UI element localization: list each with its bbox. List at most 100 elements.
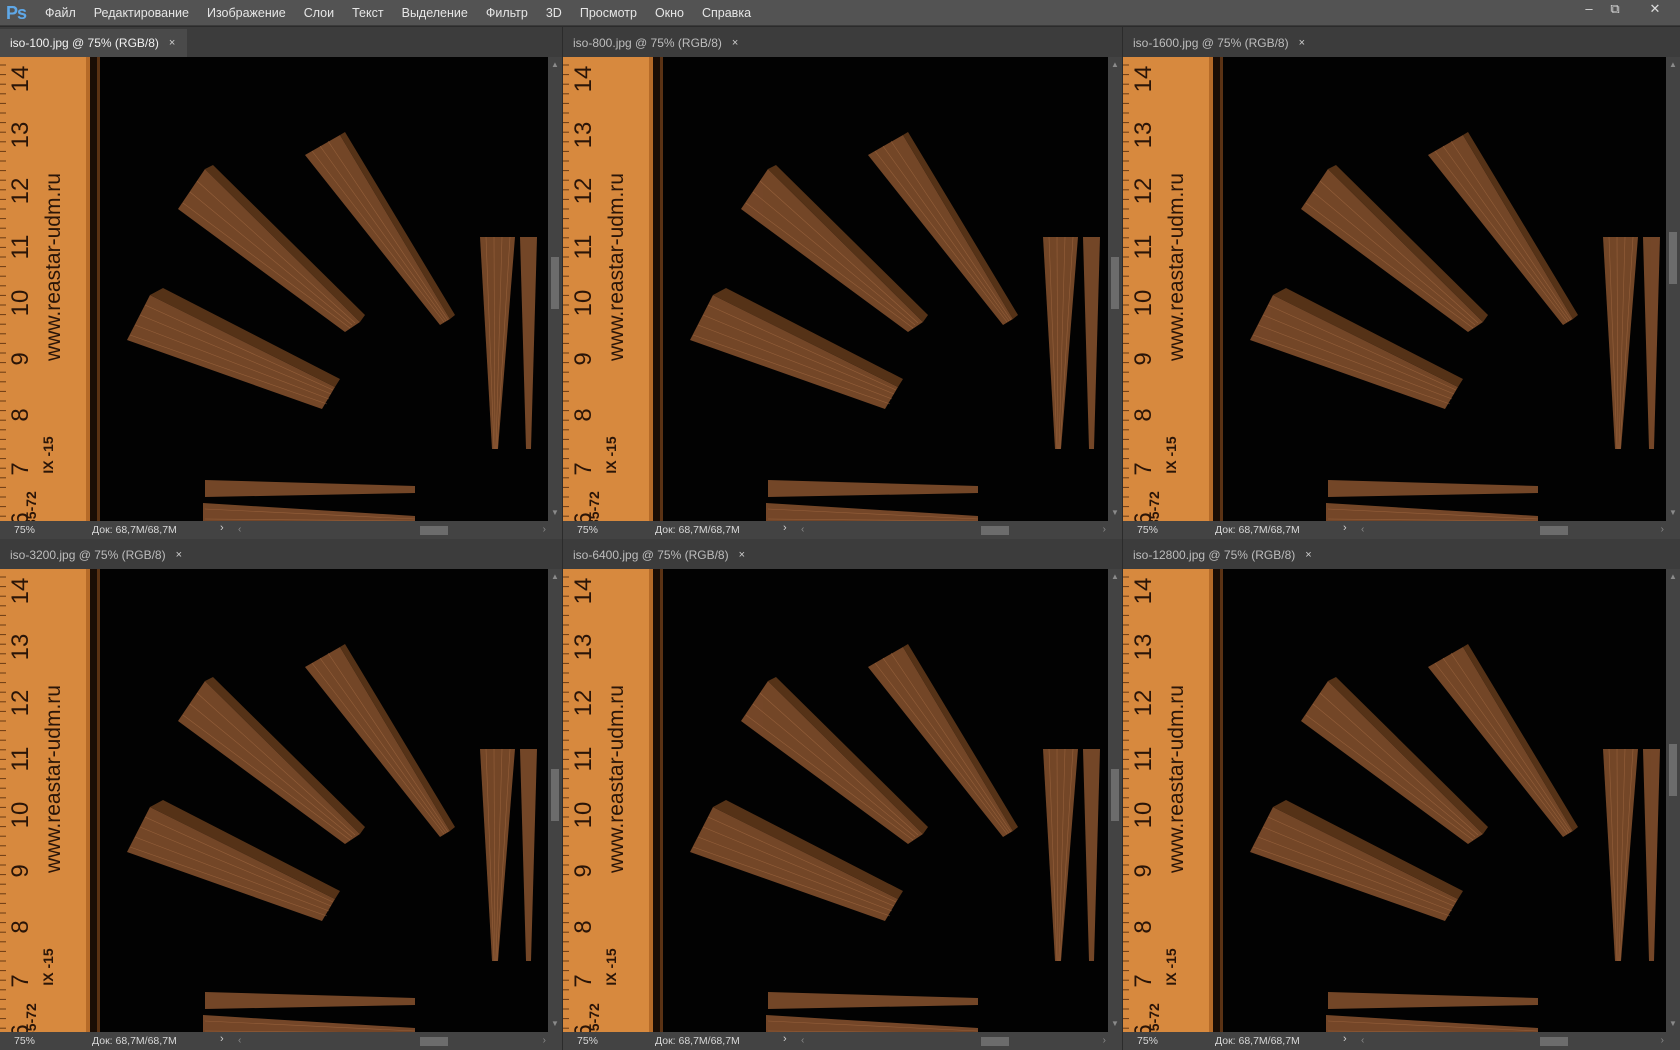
status-menu-arrow-icon[interactable]: › bbox=[220, 1033, 224, 1045]
menu-item-10[interactable]: Справка bbox=[693, 0, 760, 26]
scroll-down-icon[interactable]: ▼ bbox=[548, 507, 562, 519]
close-tab-icon[interactable]: × bbox=[739, 549, 745, 561]
restore-icon[interactable]: ⧉ bbox=[1600, 0, 1630, 18]
vertical-scroll-thumb[interactable] bbox=[1111, 257, 1119, 309]
status-menu-arrow-icon[interactable]: › bbox=[1343, 1033, 1347, 1045]
document-canvas[interactable]: 14 13 12 11 10 9 8 7 6 www.reastar-udm.ru IX -15 35… bbox=[563, 569, 1108, 1032]
scroll-up-icon[interactable]: ▲ bbox=[548, 571, 562, 583]
vertical-scrollbar[interactable]: ▲ ▼ bbox=[1666, 569, 1680, 1032]
scroll-up-icon[interactable]: ▲ bbox=[548, 59, 562, 71]
status-menu-arrow-icon[interactable]: › bbox=[783, 1033, 787, 1045]
document-canvas[interactable]: 14 13 12 11 10 9 8 7 6 www.reastar-udm.ru IX -15 35… bbox=[0, 569, 548, 1032]
close-tab-icon[interactable]: × bbox=[1305, 549, 1311, 561]
scroll-right-icon[interactable]: › bbox=[1103, 523, 1106, 537]
document-size-info[interactable]: Док: 68,7M/68,7M bbox=[1215, 1034, 1300, 1048]
close-tab-icon[interactable]: × bbox=[176, 549, 182, 561]
zoom-level-field[interactable]: 75% bbox=[1129, 1034, 1207, 1048]
document-tab[interactable]: iso-12800.jpg @ 75% (RGB/8) × bbox=[1123, 541, 1324, 569]
document-canvas[interactable]: 14 13 12 11 10 9 8 7 6 www.reastar-udm.ru IX -15 35… bbox=[563, 57, 1108, 521]
horizontal-scrollbar[interactable]: ‹ › bbox=[1359, 523, 1666, 537]
horizontal-scrollbar[interactable]: ‹ › bbox=[236, 523, 548, 537]
document-size-info[interactable]: Док: 68,7M/68,7M bbox=[92, 1034, 177, 1048]
ruler-url-text: www.reastar-udm.ru bbox=[605, 685, 628, 874]
menu-item-4[interactable]: Текст bbox=[343, 0, 392, 26]
scroll-up-icon[interactable]: ▲ bbox=[1108, 59, 1122, 71]
status-menu-arrow-icon[interactable]: › bbox=[220, 522, 224, 534]
scroll-down-icon[interactable]: ▼ bbox=[1108, 507, 1122, 519]
scroll-right-icon[interactable]: › bbox=[543, 523, 546, 537]
document-size-info[interactable]: Док: 68,7M/68,7M bbox=[655, 1034, 740, 1048]
menu-item-0[interactable]: Файл bbox=[36, 0, 85, 26]
scroll-up-icon[interactable]: ▲ bbox=[1666, 571, 1680, 583]
document-tab[interactable]: iso-6400.jpg @ 75% (RGB/8) × bbox=[563, 541, 758, 569]
close-tab-icon[interactable]: × bbox=[1299, 37, 1305, 49]
horizontal-scrollbar[interactable]: ‹ › bbox=[1359, 1034, 1666, 1048]
close-tab-icon[interactable]: × bbox=[732, 37, 738, 49]
menu-item-8[interactable]: Просмотр bbox=[571, 0, 646, 26]
scroll-down-icon[interactable]: ▼ bbox=[1666, 507, 1680, 519]
vertical-scroll-thumb[interactable] bbox=[551, 769, 559, 821]
zoom-level-field[interactable]: 75% bbox=[6, 1034, 84, 1048]
scroll-up-icon[interactable]: ▲ bbox=[1108, 571, 1122, 583]
document-canvas[interactable]: 14 13 12 11 10 9 8 7 6 www.reastar-udm.ru IX -15 35… bbox=[1123, 57, 1666, 521]
scroll-right-icon[interactable]: › bbox=[1661, 523, 1664, 537]
scroll-down-icon[interactable]: ▼ bbox=[548, 1018, 562, 1030]
scroll-left-icon[interactable]: ‹ bbox=[238, 523, 241, 537]
horizontal-scroll-thumb[interactable] bbox=[420, 526, 449, 535]
document-tab[interactable]: iso-800.jpg @ 75% (RGB/8) × bbox=[563, 29, 751, 57]
vertical-scroll-thumb[interactable] bbox=[551, 257, 559, 309]
zoom-level-field[interactable]: 75% bbox=[1129, 523, 1207, 537]
scroll-right-icon[interactable]: › bbox=[1661, 1034, 1664, 1048]
horizontal-scroll-thumb[interactable] bbox=[981, 1037, 1010, 1046]
photoshop-logo-icon[interactable]: Ps bbox=[6, 3, 30, 23]
vertical-scrollbar[interactable]: ▲ ▼ bbox=[548, 57, 562, 521]
vertical-scrollbar[interactable]: ▲ ▼ bbox=[1666, 57, 1680, 521]
scroll-left-icon[interactable]: ‹ bbox=[1361, 523, 1364, 537]
scroll-right-icon[interactable]: › bbox=[543, 1034, 546, 1048]
vertical-scroll-thumb[interactable] bbox=[1669, 232, 1677, 284]
close-app-icon[interactable]: ✕ bbox=[1640, 0, 1670, 18]
scroll-left-icon[interactable]: ‹ bbox=[1361, 1034, 1364, 1048]
horizontal-scrollbar[interactable]: ‹ › bbox=[236, 1034, 548, 1048]
vertical-scrollbar[interactable]: ▲ ▼ bbox=[1108, 57, 1122, 521]
scroll-down-icon[interactable]: ▼ bbox=[1108, 1018, 1122, 1030]
status-menu-arrow-icon[interactable]: › bbox=[1343, 522, 1347, 534]
horizontal-scroll-thumb[interactable] bbox=[1540, 526, 1569, 535]
zoom-level-field[interactable]: 75% bbox=[6, 523, 84, 537]
horizontal-scrollbar[interactable]: ‹ › bbox=[799, 1034, 1108, 1048]
vertical-scroll-thumb[interactable] bbox=[1669, 744, 1677, 796]
scroll-left-icon[interactable]: ‹ bbox=[801, 523, 804, 537]
menu-item-9[interactable]: Окно bbox=[646, 0, 693, 26]
scroll-right-icon[interactable]: › bbox=[1103, 1034, 1106, 1048]
status-menu-arrow-icon[interactable]: › bbox=[783, 522, 787, 534]
scroll-down-icon[interactable]: ▼ bbox=[1666, 1018, 1680, 1030]
ruler-mark: 35-72 bbox=[23, 1003, 39, 1032]
horizontal-scroll-thumb[interactable] bbox=[420, 1037, 449, 1046]
menu-item-5[interactable]: Выделение bbox=[393, 0, 477, 26]
document-size-info[interactable]: Док: 68,7M/68,7M bbox=[655, 523, 740, 537]
scroll-left-icon[interactable]: ‹ bbox=[801, 1034, 804, 1048]
close-tab-icon[interactable]: × bbox=[169, 37, 175, 49]
scroll-left-icon[interactable]: ‹ bbox=[238, 1034, 241, 1048]
menu-item-6[interactable]: Фильтр bbox=[477, 0, 537, 26]
vertical-scroll-thumb[interactable] bbox=[1111, 769, 1119, 821]
vertical-scrollbar[interactable]: ▲ ▼ bbox=[548, 569, 562, 1032]
document-tab[interactable]: iso-3200.jpg @ 75% (RGB/8) × bbox=[0, 541, 195, 569]
document-tab[interactable]: iso-1600.jpg @ 75% (RGB/8) × bbox=[1123, 29, 1318, 57]
document-canvas[interactable]: 14 13 12 11 10 9 8 7 6 www.reastar-udm.ru IX -15 35… bbox=[0, 57, 548, 521]
vertical-scrollbar[interactable]: ▲ ▼ bbox=[1108, 569, 1122, 1032]
menu-item-3[interactable]: Слои bbox=[295, 0, 343, 26]
menu-item-7[interactable]: 3D bbox=[537, 0, 571, 26]
horizontal-scrollbar[interactable]: ‹ › bbox=[799, 523, 1108, 537]
scroll-up-icon[interactable]: ▲ bbox=[1666, 59, 1680, 71]
zoom-level-field[interactable]: 75% bbox=[569, 523, 647, 537]
document-size-info[interactable]: Док: 68,7M/68,7M bbox=[1215, 523, 1300, 537]
horizontal-scroll-thumb[interactable] bbox=[981, 526, 1010, 535]
horizontal-scroll-thumb[interactable] bbox=[1540, 1037, 1569, 1046]
zoom-level-field[interactable]: 75% bbox=[569, 1034, 647, 1048]
document-canvas[interactable]: 14 13 12 11 10 9 8 7 6 www.reastar-udm.ru IX -15 35… bbox=[1123, 569, 1666, 1032]
menu-item-1[interactable]: Редактирование bbox=[85, 0, 198, 26]
document-tab[interactable]: iso-100.jpg @ 75% (RGB/8) × bbox=[0, 29, 188, 57]
menu-item-2[interactable]: Изображение bbox=[198, 0, 295, 26]
document-size-info[interactable]: Док: 68,7M/68,7M bbox=[92, 523, 177, 537]
